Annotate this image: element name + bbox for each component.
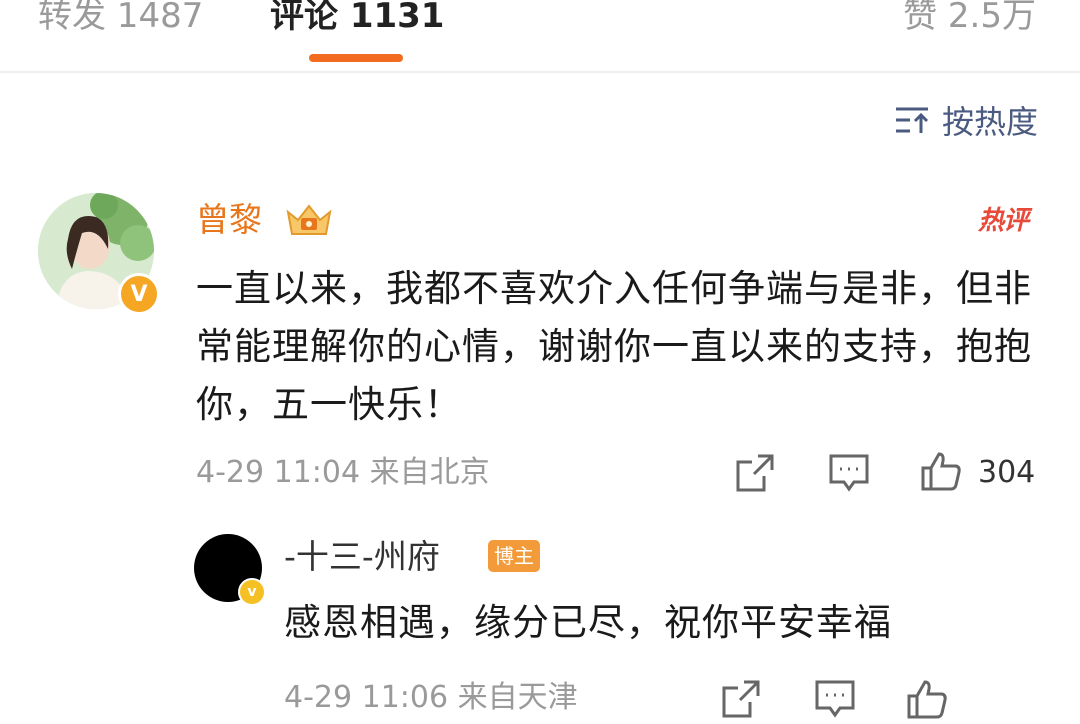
comment-text: 一直以来，我都不喜欢介入任何争端与是非，但非常能理解你的心情，谢谢你一直以来的支… bbox=[196, 267, 1032, 426]
tab-comment[interactable]: 评论 1131 bbox=[270, 0, 444, 40]
weibo-comment-page: 转发 1487 评论 1131 赞 2.5万 按热度 V 曾黎 热评 一直以来，… bbox=[0, 0, 1080, 724]
sort-icon bbox=[895, 107, 929, 133]
reply-location: 来自天津 bbox=[457, 680, 578, 715]
tab-repost[interactable]: 转发 1487 bbox=[38, 0, 203, 40]
share-icon[interactable] bbox=[720, 678, 762, 720]
reply-author[interactable]: -十三-州府 bbox=[284, 534, 440, 580]
blogger-badge: 博主 bbox=[488, 540, 540, 572]
crown-icon bbox=[286, 204, 332, 235]
sort-label: 按热度 bbox=[941, 103, 1038, 141]
comment-icon[interactable] bbox=[814, 678, 856, 720]
share-icon[interactable] bbox=[734, 452, 776, 494]
comment-icon[interactable] bbox=[828, 452, 870, 494]
tab-bar: 转发 1487 评论 1131 赞 2.5万 bbox=[0, 0, 1080, 70]
divider bbox=[0, 71, 1080, 73]
comment-time: 4-29 11:04 bbox=[196, 455, 361, 490]
reply-meta: 4-29 11:06 来自天津 bbox=[284, 678, 578, 718]
like-icon[interactable] bbox=[920, 450, 962, 492]
like-count: 304 bbox=[978, 455, 1036, 490]
hot-comment-tag: 热评 bbox=[977, 206, 1029, 236]
like-icon[interactable] bbox=[906, 678, 948, 720]
comment-meta: 4-29 11:04 来自北京 bbox=[196, 453, 490, 493]
reply-text: 感恩相遇，缘分已尽，祝你平安幸福 bbox=[284, 601, 892, 644]
comment-location: 来自北京 bbox=[369, 455, 490, 490]
tab-like[interactable]: 赞 2.5万 bbox=[903, 0, 1036, 40]
sort-button[interactable]: 按热度 bbox=[894, 98, 1038, 142]
active-tab-indicator bbox=[309, 54, 403, 62]
vip-badge-icon: V bbox=[118, 273, 160, 315]
reply-time: 4-29 11:06 bbox=[284, 680, 449, 715]
comment-author[interactable]: 曾黎 bbox=[196, 196, 262, 244]
vip-badge-icon: v bbox=[238, 578, 266, 606]
